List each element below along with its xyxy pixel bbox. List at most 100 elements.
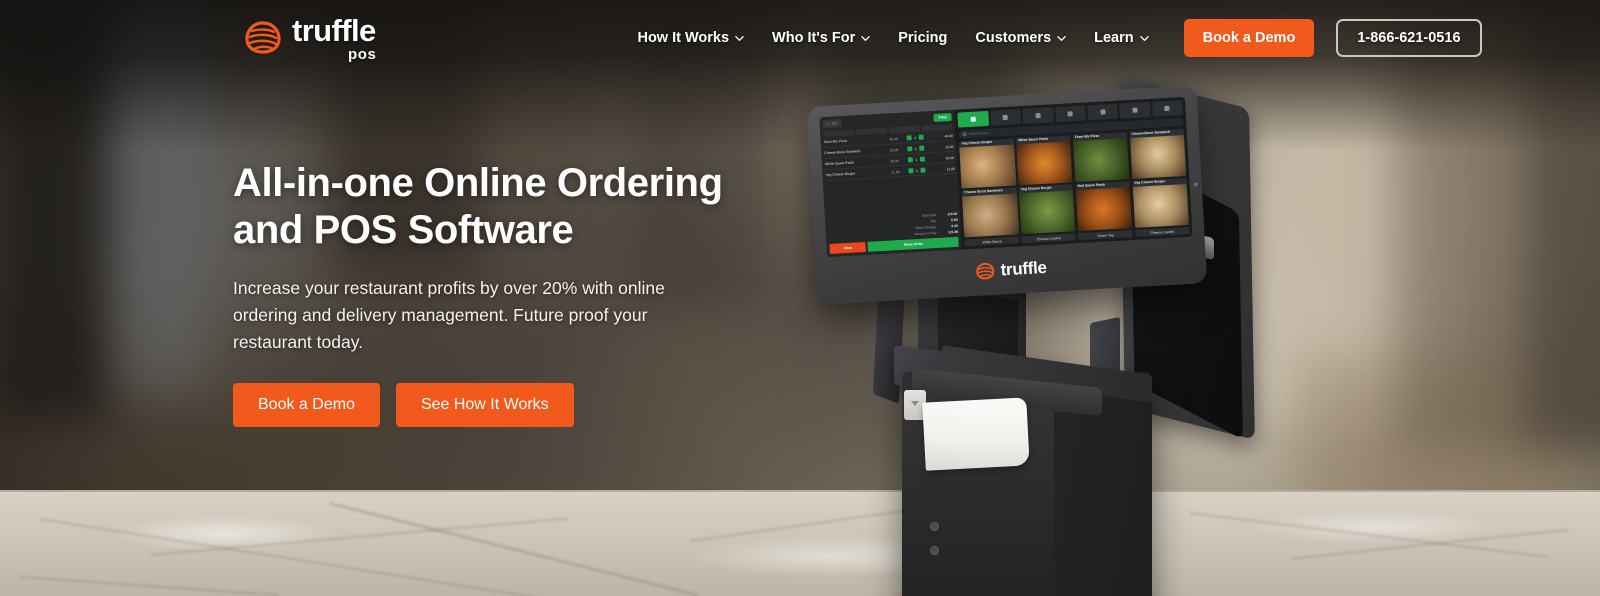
pos-qty-stepper[interactable]: 1 <box>901 167 932 174</box>
logo-link[interactable]: truffle pos <box>243 15 376 62</box>
nav-label: Customers <box>975 30 1052 46</box>
pos-product-tile[interactable]: White Sauce Pasta <box>1016 135 1073 185</box>
pos-product-tile[interactable]: Veg Cheese Burger <box>1018 184 1076 234</box>
hero-heading-line-2: and POS Software <box>233 207 574 252</box>
pos-qty-plus-icon[interactable] <box>920 167 926 173</box>
marble-vein <box>149 517 569 556</box>
pos-order-tab[interactable] <box>823 129 855 138</box>
pos-qty-stepper[interactable]: 1 <box>900 145 931 152</box>
pos-qty-minus-icon[interactable] <box>908 168 914 174</box>
hero-heading-line-1: All-in-one Online Ordering <box>233 161 723 205</box>
pos-product-image <box>1075 186 1133 231</box>
pos-chip[interactable]: Cheese Loaded <box>1134 226 1190 237</box>
receipt-paper <box>922 397 1030 471</box>
pos-search-placeholder: Search Here <box>968 130 989 137</box>
pos-product-tile[interactable]: Cheese Burst Sandwich <box>1129 129 1187 179</box>
pos-product-image <box>1132 183 1189 228</box>
pos-qty-plus-icon[interactable] <box>918 134 924 140</box>
pos-qty-stepper[interactable]: 1 <box>901 156 932 163</box>
pos-chip[interactable]: Green Veg <box>1078 230 1133 241</box>
marble-vein <box>329 502 700 596</box>
pizza-icon <box>1003 114 1009 121</box>
pos-product-image <box>962 193 1019 237</box>
fish-icon <box>1132 107 1138 113</box>
pos-chip[interactable]: Cheese Loaded <box>1021 233 1077 244</box>
pos-item-total: 40.00 <box>944 133 954 138</box>
pos-item-qty: 1 <box>913 135 917 140</box>
pos-menu-panel: Search Here Veg Cheese Burger White Sauc… <box>954 96 1193 250</box>
pos-item-total: 15.00 <box>944 144 954 149</box>
nav-item-how-it-works[interactable]: How It Works <box>623 22 758 54</box>
nav-label: Pricing <box>898 30 948 46</box>
pos-item-price: 40.00 <box>889 136 898 141</box>
pos-item-qty: 1 <box>915 168 918 173</box>
hero-content: All-in-one Online Ordering and POS Softw… <box>233 160 873 427</box>
pos-category-sides[interactable] <box>1151 100 1183 117</box>
pos-place-order-button[interactable]: Place Order <box>867 236 960 252</box>
pos-summary-value: 5.80 <box>951 217 958 223</box>
pos-product-tile[interactable]: Farm Mix Pizza <box>1072 132 1130 182</box>
nav-label: Who It's For <box>772 30 856 46</box>
pos-qty-minus-icon[interactable] <box>907 157 913 163</box>
pos-summary-value: 121.80 <box>947 229 959 235</box>
site-header: truffle pos How It Works Who It's For Pr… <box>0 0 1600 76</box>
pos-category-beverages[interactable] <box>1054 105 1086 123</box>
search-icon <box>962 132 968 137</box>
pos-qty-plus-icon[interactable] <box>919 145 925 151</box>
nav-item-customers[interactable]: Customers <box>961 22 1080 54</box>
pos-summary-value: 0.00 <box>951 223 959 229</box>
pos-product-tile[interactable]: Veg Cheese Burger <box>1132 177 1189 228</box>
drink-icon <box>1067 111 1073 117</box>
pos-product-tile[interactable]: Veg Cheese Burger <box>959 138 1017 189</box>
pos-product-tile[interactable]: Cheese Burst Sandwich <box>962 187 1019 237</box>
printer-status-icon <box>930 522 939 531</box>
pos-product-image <box>959 144 1017 189</box>
pos-summary-label: Amount to Pay <box>914 231 937 237</box>
pos-item-total: 50.00 <box>945 155 955 160</box>
header-book-a-demo-button[interactable]: Book a Demo <box>1183 19 1315 57</box>
main-navigation: How It Works Who It's For Pricing Custom… <box>623 22 1162 54</box>
hero-book-a-demo-button[interactable]: Book a Demo <box>233 382 380 427</box>
logo-word: truffle <box>292 12 376 48</box>
pos-category-pizza[interactable] <box>990 109 1022 126</box>
pos-product-image <box>1016 141 1073 185</box>
pos-summary-label: Tax <box>930 219 936 224</box>
pos-qty-plus-icon[interactable] <box>919 156 925 162</box>
pos-ticket-label: 1 - 001 <box>822 119 842 129</box>
nav-item-learn[interactable]: Learn <box>1080 22 1163 54</box>
chevron-down-icon <box>1139 34 1149 43</box>
pos-order-tab[interactable] <box>888 125 920 134</box>
nav-item-pricing[interactable]: Pricing <box>884 22 961 54</box>
pos-product-tile[interactable]: Red Sauce Pasta <box>1075 181 1133 231</box>
header-phone-button[interactable]: 1-866-621-0516 <box>1336 19 1482 57</box>
pos-ticket-action[interactable]: T-001 <box>933 112 953 122</box>
pos-category-bbq-chicken[interactable] <box>1022 107 1054 124</box>
pos-item-price: 50.00 <box>890 158 900 163</box>
pos-summary-label: Sub-total <box>921 213 936 218</box>
pos-category-dessert[interactable] <box>1087 103 1119 121</box>
chevron-down-icon <box>735 34 744 43</box>
logo-wordmark: truffle pos <box>292 15 376 62</box>
dessert-icon <box>1099 109 1106 115</box>
pos-item-name: Farm Mix Pizza <box>823 139 848 145</box>
pos-qty-minus-icon[interactable] <box>907 146 913 152</box>
hero-subtext: Increase your restaurant profits by over… <box>233 277 665 352</box>
chevron-down-icon <box>1057 34 1066 43</box>
pos-tablet-screen: 1 - 001 T-001 Farm Mix Pizza 40.00 1 40.… <box>819 96 1193 258</box>
pos-item-total: 11.00 <box>946 166 955 171</box>
marble-vein <box>19 576 280 596</box>
pos-chip[interactable]: White Sauce <box>964 236 1020 247</box>
pos-order-tab[interactable] <box>855 127 888 136</box>
pos-category-sea-food[interactable] <box>1119 101 1151 119</box>
hero-see-how-it-works-button[interactable]: See How It Works <box>395 382 574 427</box>
pos-product-image <box>1073 137 1130 182</box>
chevron-down-icon <box>861 34 871 43</box>
pos-qty-stepper[interactable]: 1 <box>900 134 931 141</box>
pos-order-tab[interactable] <box>921 123 953 132</box>
nav-item-who-its-for[interactable]: Who It's For <box>758 22 884 54</box>
pos-item-qty: 1 <box>915 157 918 162</box>
truffle-logo-icon <box>975 261 996 282</box>
nav-label: Learn <box>1094 30 1134 46</box>
pos-qty-minus-icon[interactable] <box>906 135 912 141</box>
pos-category-special[interactable] <box>957 110 989 128</box>
